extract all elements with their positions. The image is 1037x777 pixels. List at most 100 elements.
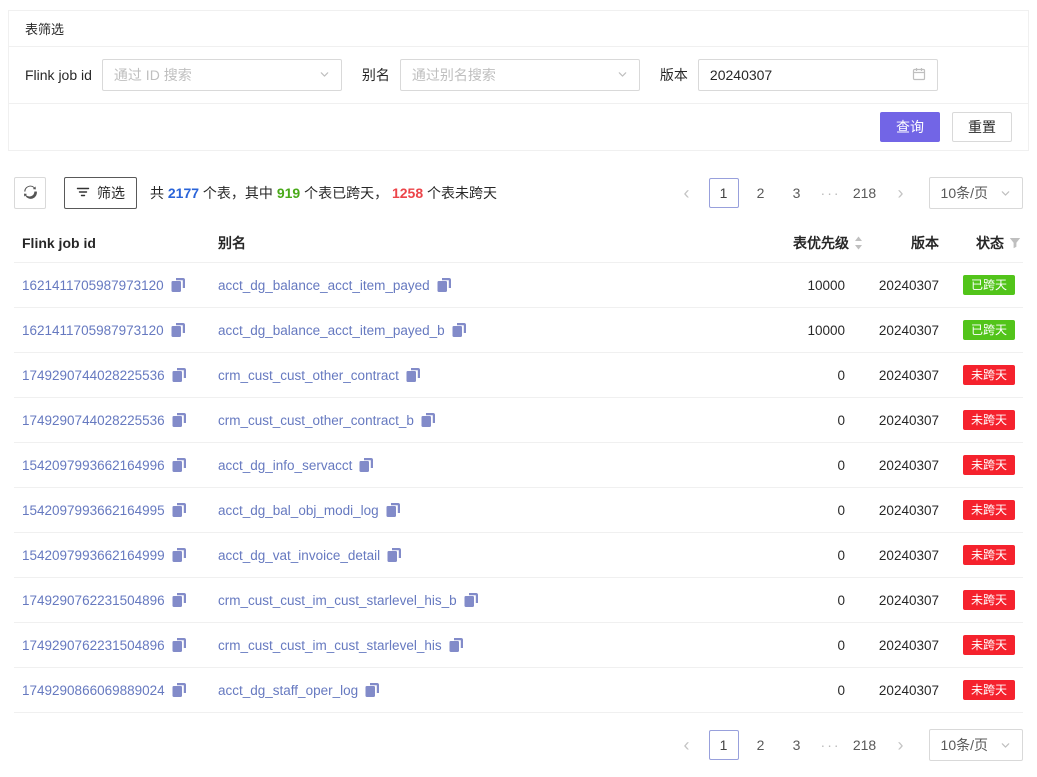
query-button[interactable]: 查询 xyxy=(880,112,940,142)
copy-icon[interactable] xyxy=(172,548,186,562)
page-button-2[interactable]: 2 xyxy=(747,730,775,760)
alias-cell: acct_dg_info_servacct xyxy=(210,458,711,473)
copy-icon[interactable] xyxy=(359,458,373,472)
reset-button[interactable]: 重置 xyxy=(952,112,1012,142)
next-page-button[interactable]: › xyxy=(887,178,915,208)
alias-select[interactable]: 通过别名搜索 xyxy=(400,59,640,91)
page-button-1[interactable]: 1 xyxy=(709,178,739,208)
status-badge: 未跨天 xyxy=(963,680,1015,700)
version-cell: 20240307 xyxy=(871,503,953,518)
alias-link[interactable]: acct_dg_vat_invoice_detail xyxy=(218,548,380,563)
copy-icon[interactable] xyxy=(365,683,379,697)
copy-icon[interactable] xyxy=(406,368,420,382)
flink-job-id-link[interactable]: 1749290866069889024 xyxy=(22,683,165,698)
alias-cell: acct_dg_vat_invoice_detail xyxy=(210,548,711,563)
page-size-select[interactable]: 10条/页 xyxy=(929,729,1023,761)
alias-link[interactable]: acct_dg_bal_obj_modi_log xyxy=(218,503,379,518)
status-cell: 已跨天 xyxy=(953,275,1023,295)
alias-link[interactable]: acct_dg_info_servacct xyxy=(218,458,352,473)
copy-icon[interactable] xyxy=(172,593,186,607)
status-badge: 未跨天 xyxy=(963,590,1015,610)
priority-cell: 0 xyxy=(711,368,871,383)
flink-job-id-link[interactable]: 1749290762231504896 xyxy=(22,638,165,653)
status-badge: 已跨天 xyxy=(963,275,1015,295)
filter-toggle-button[interactable]: 筛选 xyxy=(64,177,137,209)
filter-form: Flink job id 通过 ID 搜索 别名 通过别名搜索 xyxy=(9,47,1028,103)
page-button-218[interactable]: 218 xyxy=(851,730,879,760)
version-cell: 20240307 xyxy=(871,413,953,428)
flink-job-id-select[interactable]: 通过 ID 搜索 xyxy=(102,59,342,91)
status-badge: 未跨天 xyxy=(963,410,1015,430)
alias-link[interactable]: acct_dg_staff_oper_log xyxy=(218,683,358,698)
alias-link[interactable]: crm_cust_cust_im_cust_starlevel_his xyxy=(218,638,442,653)
flink-job-id-link[interactable]: 1749290744028225536 xyxy=(22,368,165,383)
flink-job-id-link[interactable]: 1749290744028225536 xyxy=(22,413,165,428)
copy-icon[interactable] xyxy=(172,458,186,472)
copy-icon[interactable] xyxy=(464,593,478,607)
version-date-picker[interactable]: 20240307 xyxy=(698,59,938,91)
column-header-status: 状态 xyxy=(953,233,1023,253)
status-badge: 未跨天 xyxy=(963,545,1015,565)
page-button-2[interactable]: 2 xyxy=(747,178,775,208)
page-button-3[interactable]: 3 xyxy=(783,178,811,208)
version-cell: 20240307 xyxy=(871,548,953,563)
copy-icon[interactable] xyxy=(386,503,400,517)
copy-icon[interactable] xyxy=(172,503,186,517)
status-badge: 已跨天 xyxy=(963,320,1015,340)
flink-job-id-link[interactable]: 1542097993662164996 xyxy=(22,458,165,473)
alias-cell: crm_cust_cust_im_cust_starlevel_his xyxy=(210,638,711,653)
refresh-button[interactable] xyxy=(14,177,46,209)
copy-icon[interactable] xyxy=(449,638,463,652)
prev-page-button[interactable]: ‹ xyxy=(673,178,701,208)
page-button-218[interactable]: 218 xyxy=(851,178,879,208)
calendar-icon xyxy=(912,67,926,84)
status-cell: 未跨天 xyxy=(953,500,1023,520)
flink-job-id-link[interactable]: 1621411705987973120 xyxy=(22,278,164,293)
summary-mid1: 个表，其中 xyxy=(199,185,277,201)
page: 表筛选 Flink job id 通过 ID 搜索 别名 通过别名搜索 xyxy=(0,10,1037,761)
column-header-alias: 别名 xyxy=(210,233,711,253)
page-button-3[interactable]: 3 xyxy=(783,730,811,760)
priority-cell: 0 xyxy=(711,593,871,608)
field-alias: 别名 通过别名搜索 xyxy=(362,59,640,91)
prev-page-button[interactable]: ‹ xyxy=(673,730,701,760)
flink-job-id-link[interactable]: 1542097993662164999 xyxy=(22,548,165,563)
next-page-button[interactable]: › xyxy=(887,730,915,760)
flink-job-id-link[interactable]: 1621411705987973120 xyxy=(22,323,164,338)
flink-job-id-placeholder: 通过 ID 搜索 xyxy=(114,65,192,85)
status-cell: 未跨天 xyxy=(953,365,1023,385)
alias-link[interactable]: acct_dg_balance_acct_item_payed_b xyxy=(218,323,445,338)
copy-icon[interactable] xyxy=(452,323,466,337)
copy-icon[interactable] xyxy=(171,278,185,292)
flink-job-id-link[interactable]: 1749290762231504896 xyxy=(22,593,165,608)
table-body: 1621411705987973120 acct_dg_balance_acct_… xyxy=(14,263,1023,713)
copy-icon[interactable] xyxy=(172,368,186,382)
footer: ‹ 123 ··· 218 › 10条/页 xyxy=(14,729,1023,761)
alias-cell: acct_dg_staff_oper_log xyxy=(210,683,711,698)
copy-icon[interactable] xyxy=(172,638,186,652)
flink-job-id-link[interactable]: 1542097993662164995 xyxy=(22,503,165,518)
copy-icon[interactable] xyxy=(172,683,186,697)
chevron-down-icon xyxy=(617,67,628,83)
status-badge: 未跨天 xyxy=(963,635,1015,655)
pagination-top: ‹123···218›10条/页 xyxy=(673,177,1023,209)
sort-icon[interactable] xyxy=(854,236,863,250)
alias-link[interactable]: acct_dg_balance_acct_item_payed xyxy=(218,278,430,293)
alias-link[interactable]: crm_cust_cust_other_contract xyxy=(218,368,399,383)
copy-icon[interactable] xyxy=(171,323,185,337)
column-header-version: 版本 xyxy=(871,233,953,253)
page-size-value: 10条/页 xyxy=(941,183,988,203)
column-header-priority: 表优先级 xyxy=(711,233,871,253)
page-size-select[interactable]: 10条/页 xyxy=(929,177,1023,209)
column-filter-icon[interactable] xyxy=(1009,237,1021,249)
pagination-ellipsis: ··· xyxy=(819,737,843,753)
copy-icon[interactable] xyxy=(172,413,186,427)
copy-icon[interactable] xyxy=(421,413,435,427)
alias-link[interactable]: crm_cust_cust_other_contract_b xyxy=(218,413,414,428)
page-button-1[interactable]: 1 xyxy=(709,730,739,760)
table-row: 1749290744028225536 crm_cust_cust_other_c… xyxy=(14,398,1023,443)
copy-icon[interactable] xyxy=(437,278,451,292)
summary-suffix: 个表未跨天 xyxy=(423,185,497,201)
alias-link[interactable]: crm_cust_cust_im_cust_starlevel_his_b xyxy=(218,593,457,608)
copy-icon[interactable] xyxy=(387,548,401,562)
